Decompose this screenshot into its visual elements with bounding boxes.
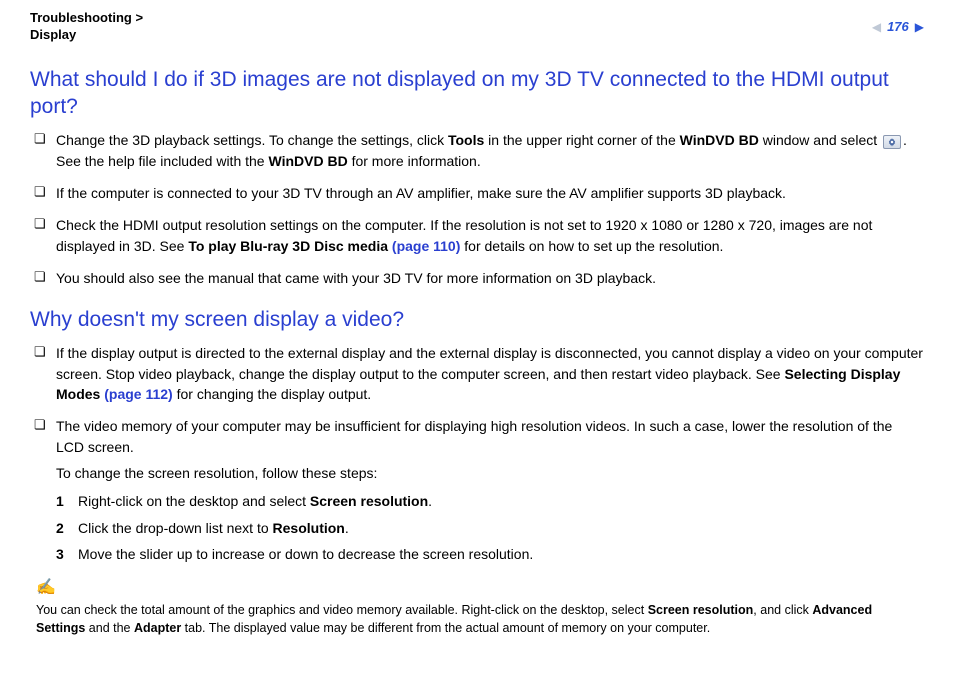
list-item: Change the 3D playback settings. To chan…: [30, 130, 924, 171]
list-item: If the display output is directed to the…: [30, 343, 924, 404]
step-text: .: [428, 493, 432, 509]
step-text: Move the slider up to increase or down t…: [78, 546, 533, 562]
steps-intro: To change the screen resolution, follow …: [56, 463, 924, 483]
step-text: Right-click on the desktop and select: [78, 493, 310, 509]
breadcrumb-separator: >: [135, 10, 143, 25]
xref-link-page-110[interactable]: (page 110): [388, 238, 460, 254]
page-nav: ◀ 176 ▶: [872, 10, 924, 37]
breadcrumb-section: Troubleshooting: [30, 10, 132, 25]
step-1: 1Right-click on the desktop and select S…: [56, 491, 924, 511]
ui-label: Screen resolution: [648, 603, 754, 617]
step-number: 3: [56, 544, 78, 564]
ui-label: Adapter: [134, 621, 181, 635]
body-text: for changing the display output.: [173, 386, 371, 402]
step-number: 2: [56, 518, 78, 538]
ui-label-tools: Tools: [448, 132, 484, 148]
list-item: The video memory of your computer may be…: [30, 416, 924, 564]
next-page-icon[interactable]: ▶: [915, 19, 924, 36]
note-segment: and the: [85, 621, 134, 635]
settings-icon: [883, 135, 901, 149]
note-segment: tab. The displayed value may be differen…: [181, 621, 710, 635]
body-text: for details on how to set up the resolut…: [460, 238, 723, 254]
prev-page-icon[interactable]: ◀: [872, 19, 881, 36]
step-3: 3Move the slider up to increase or down …: [56, 544, 924, 564]
breadcrumb: Troubleshooting > Display: [30, 10, 143, 44]
page-content: Troubleshooting > Display ◀ 176 ▶ What s…: [0, 0, 954, 658]
list-item: Check the HDMI output resolution setting…: [30, 215, 924, 256]
steps-list: 1Right-click on the desktop and select S…: [56, 491, 924, 564]
step-2: 2Click the drop-down list next to Resolu…: [56, 518, 924, 538]
list-3d-troubleshoot: Change the 3D playback settings. To chan…: [30, 130, 924, 288]
list-video-troubleshoot: If the display output is directed to the…: [30, 343, 924, 564]
page-number: 176: [887, 18, 909, 37]
ui-label: Screen resolution: [310, 493, 428, 509]
heading-video-display: Why doesn't my screen display a video?: [30, 306, 924, 333]
body-text: If the computer is connected to your 3D …: [56, 185, 786, 201]
heading-3d-images: What should I do if 3D images are not di…: [30, 66, 924, 121]
step-text: Click the drop-down list next to: [78, 520, 273, 536]
body-text: You should also see the manual that came…: [56, 270, 656, 286]
page-header: Troubleshooting > Display ◀ 176 ▶: [30, 10, 924, 48]
list-item: You should also see the manual that came…: [30, 268, 924, 288]
step-text: .: [345, 520, 349, 536]
note-segment: You can check the total amount of the gr…: [36, 603, 648, 617]
note-segment: , and click: [753, 603, 812, 617]
body-text: window and select: [759, 132, 881, 148]
app-name: WinDVD BD: [268, 153, 347, 169]
note-icon: ✍: [36, 576, 924, 599]
body-text: for more information.: [348, 153, 481, 169]
xref-link-page-112[interactable]: (page 112): [100, 386, 172, 402]
xref-label: To play Blu-ray 3D Disc media: [188, 238, 388, 254]
body-text: The video memory of your computer may be…: [56, 418, 892, 454]
note-text: You can check the total amount of the gr…: [36, 601, 924, 637]
breadcrumb-page: Display: [30, 27, 76, 42]
body-text: in the upper right corner of the: [484, 132, 679, 148]
note-box: ✍ You can check the total amount of the …: [36, 576, 924, 637]
ui-label: Resolution: [273, 520, 345, 536]
step-number: 1: [56, 491, 78, 511]
list-item: If the computer is connected to your 3D …: [30, 183, 924, 203]
body-text: Change the 3D playback settings. To chan…: [56, 132, 448, 148]
app-name: WinDVD BD: [680, 132, 759, 148]
